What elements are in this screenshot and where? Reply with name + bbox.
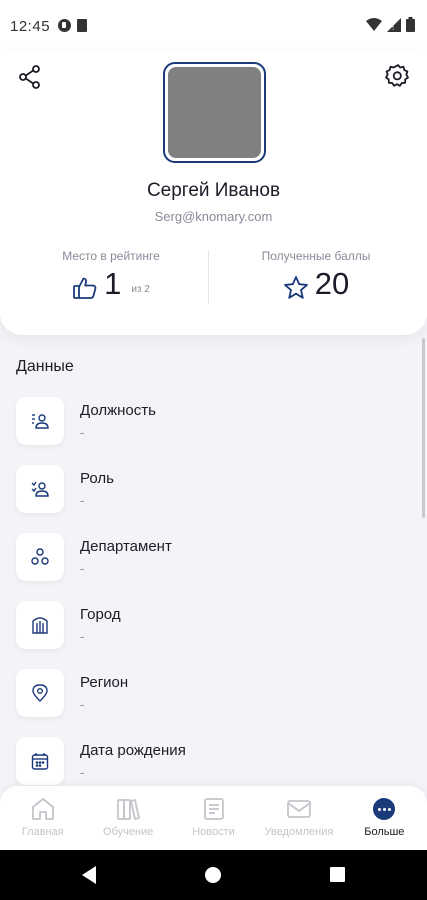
user-email: Serg@knomary.com [154, 209, 273, 224]
item-icon-box [16, 737, 64, 785]
svg-text:!: ! [392, 23, 394, 32]
data-section-title: Данные [16, 358, 74, 375]
nav-news[interactable]: Новости [171, 786, 256, 850]
gear-icon [385, 64, 409, 87]
rating-place-value: 1 [104, 266, 122, 301]
data-item-region[interactable]: Регион - [0, 669, 427, 737]
avatar[interactable] [163, 62, 266, 163]
back-icon[interactable] [82, 866, 96, 884]
item-icon-box [16, 397, 64, 445]
nav-home[interactable]: Главная [0, 786, 85, 850]
books-icon [117, 799, 141, 820]
rating-place-total: из 2 [131, 284, 150, 295]
item-icon-box [16, 465, 64, 513]
app-notification-icon [58, 19, 71, 32]
nav-label: Главная [21, 826, 64, 838]
data-item-city[interactable]: Город - [0, 601, 427, 669]
avatar-image [168, 67, 261, 158]
item-label: Город [80, 606, 121, 623]
bottom-navigation: Главная Обучение Новости Уведомления Бол… [0, 786, 427, 850]
item-label: Должность [80, 402, 156, 419]
item-label: Роль [80, 470, 114, 487]
item-value: - [80, 561, 85, 576]
rating-place-stat: Место в рейтинге 1 из 2 [8, 249, 214, 301]
nav-label: Больше [364, 826, 405, 838]
item-icon-box [16, 669, 64, 717]
nav-learning[interactable]: Обучение [85, 786, 170, 850]
news-icon [203, 798, 224, 820]
share-icon [19, 65, 40, 89]
item-value: - [80, 765, 85, 780]
home-icon [31, 798, 54, 820]
location-pin-icon [32, 684, 48, 702]
status-time: 12:45 [10, 18, 51, 35]
points-stat: Полученные баллы 20 [213, 249, 419, 301]
item-value: - [80, 493, 85, 508]
nav-more[interactable]: Больше [342, 786, 427, 850]
signal-icon: ! [387, 17, 401, 32]
star-icon [283, 276, 308, 299]
user-name: Сергей Иванов [146, 180, 281, 201]
rating-place-label: Место в рейтинге [62, 249, 160, 263]
city-icon [32, 617, 48, 634]
points-value-row: 20 [213, 267, 419, 301]
item-value: - [80, 629, 85, 644]
nav-label: Обучение [102, 826, 154, 838]
item-icon-box [16, 601, 64, 649]
data-item-department[interactable]: Департамент - [0, 533, 427, 601]
item-value: - [80, 697, 85, 712]
calendar-icon [31, 753, 49, 770]
points-value: 20 [314, 266, 350, 301]
more-icon [373, 798, 396, 820]
nav-notifications[interactable]: Уведомления [256, 786, 341, 850]
mail-icon [287, 800, 311, 818]
data-item-position[interactable]: Должность - [0, 397, 427, 465]
share-button[interactable] [17, 64, 43, 90]
item-value: - [80, 425, 85, 440]
data-item-role[interactable]: Роль - [0, 465, 427, 533]
role-icon [31, 481, 49, 497]
sim-card-icon [77, 19, 87, 32]
nav-label: Уведомления [264, 826, 334, 838]
battery-icon [406, 17, 415, 32]
status-icons-left [58, 19, 87, 32]
settings-button[interactable] [385, 63, 411, 89]
data-list: Должность - Роль - Департамент - Город - [0, 397, 427, 805]
home-button-icon[interactable] [205, 867, 221, 883]
stats-divider [208, 250, 209, 304]
position-icon [32, 414, 49, 429]
item-icon-box [16, 533, 64, 581]
status-bar: 12:45 ! [0, 0, 427, 52]
system-navigation-bar [0, 850, 427, 900]
wifi-icon [366, 17, 382, 31]
status-icons-right: ! [366, 17, 415, 32]
points-label: Полученные баллы [261, 249, 371, 263]
department-icon [31, 548, 49, 565]
recent-apps-icon[interactable] [330, 867, 345, 882]
thumbs-up-icon [73, 277, 97, 299]
item-label: Дата рождения [80, 742, 186, 759]
item-label: Регион [80, 674, 129, 691]
nav-label: Новости [192, 826, 235, 838]
profile-header-card: Сергей Иванов Serg@knomary.com Место в р… [0, 52, 427, 335]
item-label: Департамент [80, 538, 172, 555]
rating-place-value-row: 1 из 2 [8, 267, 214, 301]
